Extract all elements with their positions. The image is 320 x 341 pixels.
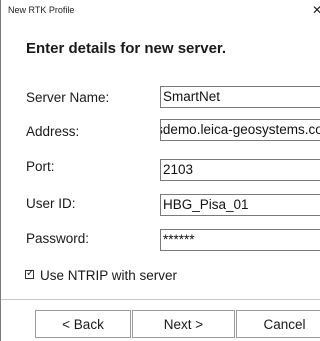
new-rtk-profile-dialog: New RTK Profile ✕ Enter details for new … [0, 0, 320, 341]
address-field[interactable]: nrsdemo.leica-geosystems.com [160, 119, 320, 141]
port-label: Port: [26, 159, 55, 174]
back-button[interactable]: < Back [35, 310, 131, 338]
close-icon[interactable]: ✕ [312, 3, 320, 17]
address-label: Address: [26, 124, 80, 139]
address-value: nrsdemo.leica-geosystems.com [161, 122, 320, 137]
user-id-field[interactable]: HBG_Pisa_01 [160, 194, 320, 216]
checkmark-icon: ✓ [26, 268, 35, 279]
title-bar: New RTK Profile ✕ [1, 0, 320, 22]
password-field[interactable]: ****** [160, 229, 320, 251]
ntrip-checkbox[interactable]: ✓ [25, 268, 35, 279]
server-name-label: Server Name: [26, 90, 110, 105]
password-label: Password: [26, 231, 90, 246]
window-title: New RTK Profile [8, 5, 75, 15]
server-name-field[interactable]: SmartNet [160, 86, 320, 108]
dialog-heading: Enter details for new server. [26, 40, 227, 57]
button-divider [1, 299, 320, 300]
ntrip-checkbox-label: Use NTRIP with server [40, 268, 178, 283]
cancel-button[interactable]: Cancel [236, 310, 320, 338]
user-id-label: User ID: [26, 196, 76, 211]
next-button[interactable]: Next > [132, 310, 235, 338]
port-field[interactable]: 2103 [160, 159, 320, 181]
